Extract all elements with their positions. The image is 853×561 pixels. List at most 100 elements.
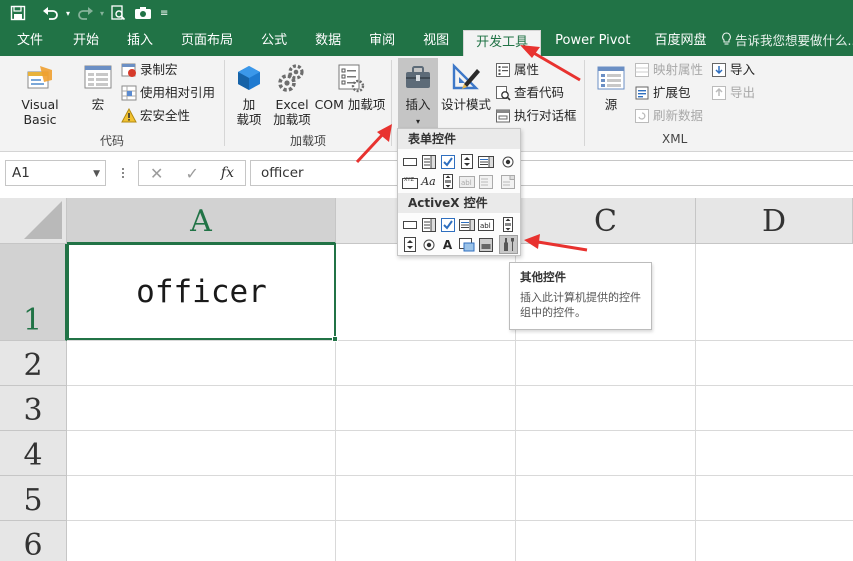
row-header-5[interactable]: 5 <box>0 476 67 521</box>
save-icon[interactable] <box>6 0 30 26</box>
toolbox-icon <box>402 62 434 94</box>
group-label-code: 代码 <box>100 134 125 148</box>
group-box-control-icon[interactable]: XYZ <box>401 173 418 190</box>
xml-source-button[interactable]: 源 <box>594 62 628 112</box>
tab-view[interactable]: 视图 <box>409 26 463 56</box>
tell-me-box[interactable]: 告诉我您想要做什么... <box>721 26 853 56</box>
toggle-button-control-icon[interactable] <box>477 236 494 253</box>
row-header-1[interactable]: 1 <box>0 244 67 341</box>
tab-insert[interactable]: 插入 <box>113 26 167 56</box>
insert-controls-button[interactable]: 插入 ▾ <box>398 58 438 128</box>
macros-label: 宏 <box>91 97 105 112</box>
visual-basic-button[interactable]: Visual Basic <box>4 62 76 127</box>
expansion-packs-icon <box>634 85 650 101</box>
activex-option-button-control-icon[interactable] <box>420 236 437 253</box>
row-header-3[interactable]: 3 <box>0 386 67 431</box>
macro-security-button[interactable]: 宏安全性 <box>121 106 190 126</box>
button-control-icon[interactable] <box>401 153 418 170</box>
export-icon <box>711 85 727 101</box>
expansion-packs-button[interactable]: 扩展包 <box>634 83 691 103</box>
tab-file[interactable]: 文件 <box>0 26 59 56</box>
tab-developer[interactable]: 开发工具 <box>463 30 542 56</box>
excel-add-ins-button[interactable]: Excel 加载项 <box>272 62 312 127</box>
column-header-d[interactable]: D <box>696 198 853 244</box>
row-header-2[interactable]: 2 <box>0 341 67 386</box>
map-properties-button[interactable]: 映射属性 <box>634 60 703 80</box>
image-control-icon[interactable] <box>458 236 475 253</box>
tab-baidu-netdisk[interactable]: 百度网盘 <box>643 26 719 56</box>
formula-input[interactable]: officer <box>250 160 853 186</box>
insert-function-icon[interactable]: fx <box>221 165 234 181</box>
more-controls-icon[interactable] <box>499 235 518 254</box>
check-box-control-icon[interactable] <box>439 153 456 170</box>
camera-icon[interactable] <box>130 0 156 26</box>
visual-basic-label: Visual Basic <box>21 97 59 127</box>
tab-home[interactable]: 开始 <box>59 26 113 56</box>
tab-page-layout[interactable]: 页面布局 <box>167 26 247 56</box>
group-separator <box>584 60 585 146</box>
label-control-icon[interactable]: Aa <box>420 173 437 190</box>
design-mode-button[interactable]: 设计模式 <box>440 62 492 112</box>
xml-source-icon <box>595 62 627 94</box>
properties-button[interactable]: 属性 <box>495 60 539 80</box>
row-header-4[interactable]: 4 <box>0 431 67 476</box>
tab-review[interactable]: 审阅 <box>355 26 409 56</box>
text-field-control-icon[interactable]: abl <box>458 173 475 190</box>
tab-formulas[interactable]: 公式 <box>247 26 301 56</box>
activex-spin-button-control-icon[interactable] <box>401 236 418 253</box>
run-dialog-button[interactable]: 执行对话框 <box>495 106 577 126</box>
svg-text:abl: abl <box>480 222 491 230</box>
undo-dropdown-icon[interactable]: ▾ <box>64 0 72 26</box>
activex-scroll-bar-control-icon[interactable] <box>499 216 516 233</box>
combo-box-control-icon[interactable] <box>420 153 437 170</box>
com-add-ins-icon <box>334 62 366 94</box>
tab-power-pivot[interactable]: Power Pivot <box>541 26 642 56</box>
list-box-control-icon[interactable] <box>477 153 494 170</box>
column-header-c[interactable]: C <box>516 198 696 244</box>
activex-check-box-control-icon[interactable] <box>439 216 456 233</box>
record-macro-button[interactable]: 录制宏 <box>121 60 178 80</box>
redo-icon[interactable] <box>72 0 98 26</box>
activex-list-box-control-icon[interactable] <box>458 216 475 233</box>
com-add-ins-label: COM 加载项 <box>314 97 386 112</box>
tab-data[interactable]: 数据 <box>301 26 355 56</box>
xml-import-label: 导入 <box>730 62 756 77</box>
customize-toolbar-icon[interactable]: ≡ <box>156 0 172 26</box>
formula-bar-resize-handle[interactable] <box>115 160 131 186</box>
fill-handle[interactable] <box>332 336 338 342</box>
combo-list-edit-control-icon[interactable] <box>477 173 494 190</box>
spin-button-control-icon[interactable] <box>458 153 475 170</box>
cancel-icon[interactable]: ✕ <box>150 164 163 183</box>
view-code-label: 查看代码 <box>514 85 565 100</box>
option-button-control-icon[interactable] <box>499 153 516 170</box>
command-button-control-icon[interactable] <box>401 216 418 233</box>
redo-dropdown-icon[interactable]: ▾ <box>98 0 106 26</box>
use-relative-references-button[interactable]: 使用相对引用 <box>121 83 215 103</box>
view-code-button[interactable]: 查看代码 <box>495 83 564 103</box>
select-all-button[interactable] <box>0 198 67 244</box>
row-header-6[interactable]: 6 <box>0 521 67 561</box>
add-ins-button[interactable]: 加 载项 <box>232 62 266 127</box>
com-add-ins-button[interactable]: COM 加载项 <box>313 62 387 112</box>
enter-icon[interactable]: ✓ <box>185 164 198 183</box>
chevron-down-icon[interactable]: ▼ <box>93 162 100 186</box>
text-box-control-icon[interactable]: abl <box>477 216 494 233</box>
warning-icon <box>121 107 137 124</box>
xml-export-button[interactable]: 导出 <box>711 83 755 103</box>
undo-icon[interactable] <box>38 0 64 26</box>
print-preview-icon[interactable] <box>106 0 130 26</box>
cell-a1[interactable]: officer <box>67 243 338 342</box>
activex-label-control-icon[interactable]: A <box>439 236 456 253</box>
column-header-a[interactable]: A <box>67 198 336 244</box>
record-macro-icon <box>121 62 137 78</box>
xml-import-button[interactable]: 导入 <box>711 60 755 80</box>
macros-icon <box>82 62 114 94</box>
scroll-bar-control-icon[interactable] <box>439 173 456 190</box>
refresh-data-button[interactable]: 刷新数据 <box>634 106 703 126</box>
name-box[interactable]: A1 ▼ <box>5 160 106 186</box>
tooltip-body: 插入此计算机提供的控件组中的控件。 <box>520 291 641 319</box>
combo-drop-down-edit-control-icon[interactable] <box>499 173 516 190</box>
gridline <box>67 520 853 521</box>
macros-button[interactable]: 宏 <box>80 62 116 112</box>
activex-combo-box-control-icon[interactable] <box>420 216 437 233</box>
